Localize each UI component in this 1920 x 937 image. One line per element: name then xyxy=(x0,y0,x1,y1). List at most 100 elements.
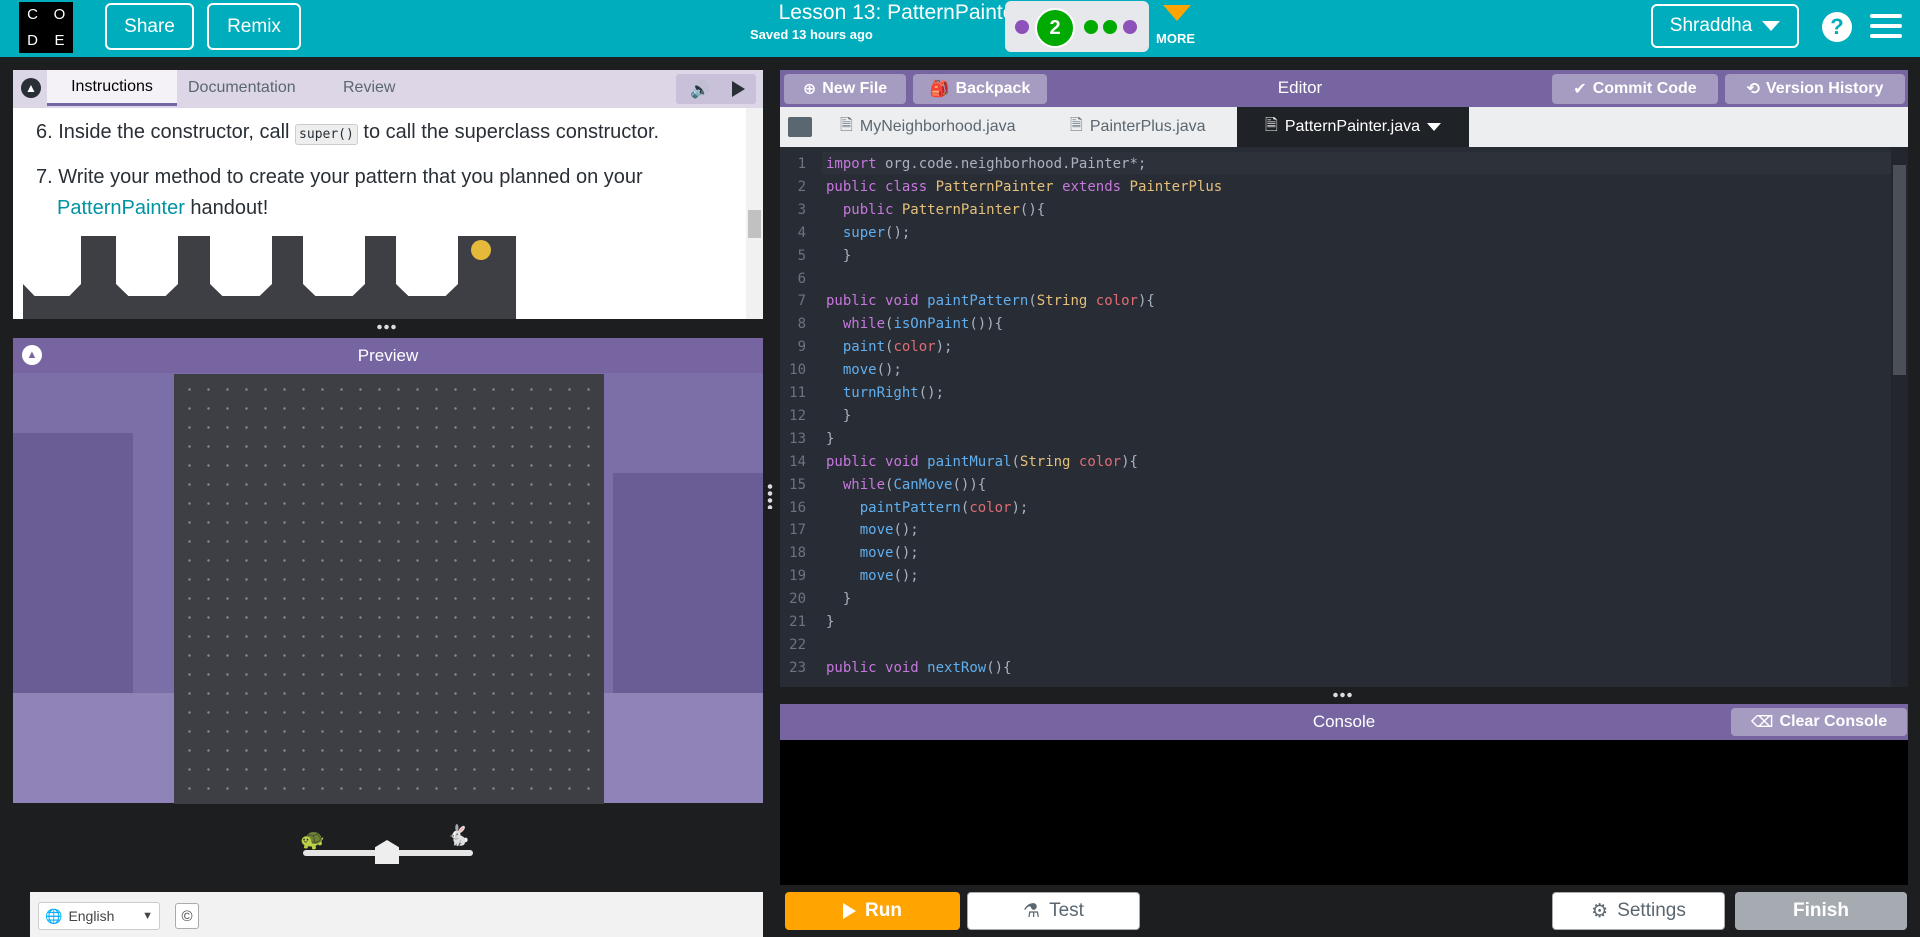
pattern-example-image xyxy=(23,236,516,319)
code-line: while(CanMove()){ xyxy=(842,476,987,493)
code-line: turnRight(); xyxy=(842,385,945,401)
line-number: 10 xyxy=(789,362,806,379)
line-number: 18 xyxy=(789,545,806,562)
backpack-button[interactable]: 🎒 Backpack xyxy=(913,74,1047,104)
preview-header: Preview xyxy=(13,338,763,373)
gear-icon: ⚙ xyxy=(1591,900,1609,922)
file-tab-myneighborhood[interactable]: 🗎 MyNeighborhood.java xyxy=(840,107,1016,147)
code-line: while(isOnPaint()){ xyxy=(842,316,1004,333)
speaker-icon[interactable]: 🔊 xyxy=(690,80,710,100)
code-line: public PatternPainter(){ xyxy=(842,201,1046,218)
commit-code-button[interactable]: ✔ Commit Code xyxy=(1552,74,1718,104)
turtle-icon: 🐢 xyxy=(300,829,325,851)
hamburger-menu-icon[interactable] xyxy=(1870,14,1902,40)
code-org-logo[interactable]: C O D E xyxy=(19,2,73,53)
clear-console-button[interactable]: ⌫ Clear Console xyxy=(1731,708,1907,736)
caret-down-icon xyxy=(1762,21,1781,31)
logo-letter: O xyxy=(53,6,66,24)
code-line: move(); xyxy=(842,362,902,379)
level-dot-5[interactable] xyxy=(1123,20,1137,34)
tab-documentation[interactable]: Documentation xyxy=(188,70,296,106)
code-line: public void paintMural(String color){ xyxy=(826,453,1138,470)
plus-circle-icon: ⊕ xyxy=(802,81,817,98)
speed-slider-thumb[interactable] xyxy=(375,840,399,864)
step-text: handout! xyxy=(184,197,269,219)
current-level-bubble[interactable]: 2 xyxy=(1035,8,1075,48)
console-resize-handle[interactable] xyxy=(1332,692,1354,698)
handout-link[interactable]: PatternPainter xyxy=(57,197,185,219)
level-dot-4[interactable] xyxy=(1103,20,1117,34)
logo-letter: C xyxy=(27,6,38,24)
folder-icon[interactable] xyxy=(788,117,812,137)
version-history-label: Version History xyxy=(1766,80,1884,97)
commit-label: Commit Code xyxy=(1592,80,1697,97)
line-number: 8 xyxy=(797,316,806,333)
file-tab-painterplus[interactable]: 🗎 PainterPlus.java xyxy=(1070,107,1206,147)
instructions-body: 6. Inside the constructor, call super() … xyxy=(13,108,763,319)
console-output[interactable] xyxy=(780,740,1908,885)
flask-icon: ⚗ xyxy=(1023,900,1041,922)
instructions-scroll-thumb[interactable] xyxy=(748,210,761,238)
run-button[interactable]: Run xyxy=(785,892,960,930)
resize-handle[interactable] xyxy=(376,324,398,330)
history-icon: ⟲ xyxy=(1746,81,1761,98)
step-text: Inside the constructor, call xyxy=(58,121,296,143)
file-name: MyNeighborhood.java xyxy=(859,118,1016,135)
tab-instructions[interactable]: Instructions xyxy=(47,70,177,106)
collapse-preview-icon[interactable]: ▲ xyxy=(22,345,42,365)
test-button[interactable]: ⚗ Test xyxy=(967,892,1140,930)
file-tab-patternpainter[interactable]: 🗎 PatternPainter.java xyxy=(1237,107,1469,147)
tab-review[interactable]: Review xyxy=(343,70,395,106)
step-number: 7. xyxy=(36,166,53,188)
play-icon[interactable] xyxy=(732,81,745,97)
code-line: paintPattern(color); xyxy=(859,499,1029,516)
line-number: 5 xyxy=(797,247,806,264)
code-line: } xyxy=(826,591,852,608)
instruction-step-7: 7. Write your method to create your patt… xyxy=(36,162,643,193)
finish-label: Finish xyxy=(1793,900,1849,921)
level-dot-3[interactable] xyxy=(1084,20,1098,34)
code-line: } xyxy=(826,407,852,424)
caret-down-icon xyxy=(1427,123,1442,131)
code-scroll-thumb[interactable] xyxy=(1893,165,1906,375)
instructions-tab-bar: ▲ Instructions Documentation Review 🔊 xyxy=(13,70,763,108)
level-dot-1[interactable] xyxy=(1015,20,1029,34)
settings-label: Settings xyxy=(1617,900,1686,921)
line-number: 23 xyxy=(789,659,806,676)
collapse-icon[interactable]: ▲ xyxy=(21,78,41,98)
code-editor[interactable] xyxy=(780,147,1908,687)
more-arrow-icon[interactable] xyxy=(1163,5,1191,21)
clear-console-label: Clear Console xyxy=(1779,713,1888,730)
share-button[interactable]: Share xyxy=(105,3,194,50)
remix-button[interactable]: Remix xyxy=(207,3,301,50)
more-label[interactable]: MORE xyxy=(1156,31,1195,46)
code-line: paint(color); xyxy=(842,339,953,356)
rabbit-icon: 🐇 xyxy=(446,825,471,847)
user-menu-button[interactable]: Shraddha xyxy=(1651,4,1799,48)
help-icon[interactable]: ? xyxy=(1822,12,1852,42)
eraser-icon: ⌫ xyxy=(1750,714,1774,731)
file-icon: 🗎 xyxy=(840,116,853,134)
line-number: 14 xyxy=(789,453,806,470)
file-name: PatternPainter.java xyxy=(1284,118,1421,135)
language-select[interactable]: 🌐 English ▼ xyxy=(38,902,160,930)
instruction-step-7-continued: PatternPainter handout! xyxy=(57,193,268,224)
line-number: 17 xyxy=(789,522,806,539)
line-number: 9 xyxy=(797,339,806,356)
code-line: public void paintPattern(String color){ xyxy=(826,293,1155,310)
code-line: move(); xyxy=(859,545,919,562)
line-number: 12 xyxy=(789,407,806,424)
vertical-resize-handle[interactable] xyxy=(767,483,773,509)
instruction-step-6: 6. Inside the constructor, call super() … xyxy=(36,117,659,150)
new-file-button[interactable]: ⊕ New File xyxy=(784,74,906,104)
line-number: 4 xyxy=(797,224,806,241)
globe-icon: 🌐 xyxy=(45,907,63,924)
copyright-button[interactable]: © xyxy=(175,903,199,929)
line-number: 6 xyxy=(797,270,806,287)
finish-button[interactable]: Finish xyxy=(1735,892,1907,930)
play-icon xyxy=(843,903,857,919)
line-number: 13 xyxy=(789,430,806,447)
file-icon: 🗎 xyxy=(1264,116,1278,134)
settings-button[interactable]: ⚙ Settings xyxy=(1552,892,1725,930)
version-history-button[interactable]: ⟲ Version History xyxy=(1725,74,1905,104)
